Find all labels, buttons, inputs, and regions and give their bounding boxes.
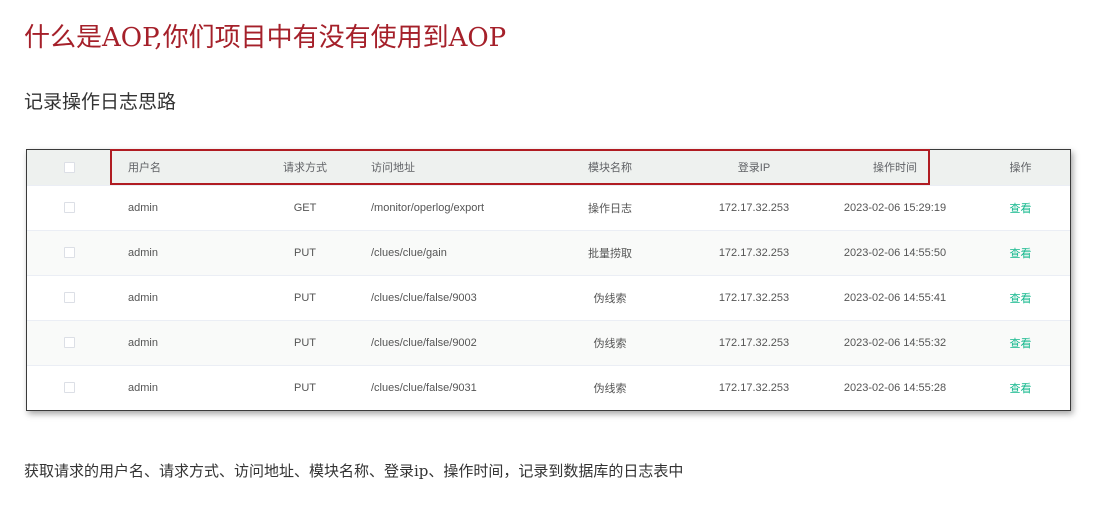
cell-time: 2023-02-06 15:29:19 — [843, 201, 947, 214]
column-header-method: 请求方式 — [283, 162, 327, 175]
row-checkbox[interactable] — [63, 292, 75, 304]
cell-action: 查看 — [971, 185, 1070, 230]
row-checkbox[interactable] — [63, 202, 75, 214]
cell-action: 查看 — [971, 365, 1070, 410]
table-row: admin PUT /clues/clue/gain 批量捞取 172.17.3… — [27, 230, 1070, 275]
cell-username: admin — [128, 336, 158, 349]
table-row: admin PUT /clues/clue/false/9002 伪线索 172… — [27, 320, 1070, 365]
cell-method: PUT — [294, 381, 316, 394]
cell-url: /clues/clue/gain — [371, 246, 447, 259]
table-row: admin PUT /clues/clue/false/9031 伪线索 172… — [27, 365, 1070, 410]
caption-text: 获取请求的用户名、请求方式、访问地址、模块名称、登录ip、操作时间，记录到数据库… — [24, 462, 684, 480]
column-header-url: 访问地址 — [371, 162, 415, 175]
page-title: 什么是AOP,你们项目中有没有使用到AOP — [24, 23, 507, 53]
cell-username: admin — [128, 291, 158, 304]
column-header-time: 操作时间 — [873, 162, 917, 175]
cell-method: PUT — [294, 336, 316, 349]
operation-log-table-frame: 用户名 请求方式 访问地址 模块名称 登录IP 操作时间 操作 admin GE… — [26, 149, 1071, 411]
cell-url: /clues/clue/false/9003 — [371, 291, 477, 304]
table-header-row: 用户名 请求方式 访问地址 模块名称 登录IP 操作时间 操作 — [27, 150, 1070, 185]
view-link[interactable]: 查看 — [1010, 338, 1032, 350]
view-link[interactable]: 查看 — [1010, 248, 1032, 260]
cell-time: 2023-02-06 14:55:32 — [843, 336, 947, 349]
cell-method: GET — [293, 201, 317, 214]
cell-ip: 172.17.32.253 — [718, 381, 790, 394]
row-checkbox[interactable] — [63, 382, 75, 394]
cell-module: 操作日志 — [588, 202, 632, 215]
row-select-cell[interactable] — [27, 365, 111, 410]
operation-log-table: 用户名 请求方式 访问地址 模块名称 登录IP 操作时间 操作 admin GE… — [27, 150, 1070, 410]
row-select-cell[interactable] — [27, 185, 111, 230]
view-link[interactable]: 查看 — [1010, 293, 1032, 305]
cell-ip: 172.17.32.253 — [718, 336, 790, 349]
table-row: admin PUT /clues/clue/false/9003 伪线索 172… — [27, 275, 1070, 320]
cell-module: 伪线索 — [593, 382, 627, 395]
row-checkbox[interactable] — [63, 247, 75, 259]
cell-url: /clues/clue/false/9031 — [371, 381, 477, 394]
cell-module: 批量捞取 — [588, 247, 632, 260]
cell-time: 2023-02-06 14:55:28 — [843, 381, 947, 394]
row-select-cell[interactable] — [27, 320, 111, 365]
table-row: admin GET /monitor/operlog/export 操作日志 1… — [27, 185, 1070, 230]
cell-action: 查看 — [971, 320, 1070, 365]
view-link[interactable]: 查看 — [1010, 383, 1032, 395]
cell-action: 查看 — [971, 275, 1070, 320]
select-all-checkbox[interactable] — [63, 161, 75, 173]
cell-ip: 172.17.32.253 — [718, 291, 790, 304]
cell-action: 查看 — [971, 230, 1070, 275]
column-header-action: 操作 — [1009, 162, 1032, 175]
column-header-ip: 登录IP — [737, 162, 771, 175]
cell-ip: 172.17.32.253 — [718, 246, 790, 259]
cell-module: 伪线索 — [593, 337, 627, 350]
cell-ip: 172.17.32.253 — [718, 201, 790, 214]
row-select-cell[interactable] — [27, 230, 111, 275]
cell-module: 伪线索 — [593, 292, 627, 305]
cell-method: PUT — [294, 246, 316, 259]
select-all-cell[interactable] — [27, 150, 111, 185]
column-header-module: 模块名称 — [588, 162, 632, 175]
row-checkbox[interactable] — [63, 337, 75, 349]
cell-time: 2023-02-06 14:55:50 — [843, 246, 947, 259]
row-select-cell[interactable] — [27, 275, 111, 320]
cell-url: /clues/clue/false/9002 — [371, 336, 477, 349]
section-heading: 记录操作日志思路 — [24, 91, 177, 113]
view-link[interactable]: 查看 — [1010, 203, 1032, 215]
cell-time: 2023-02-06 14:55:41 — [843, 291, 947, 304]
column-header-username: 用户名 — [128, 162, 161, 175]
cell-method: PUT — [294, 291, 316, 304]
cell-username: admin — [128, 201, 158, 214]
cell-username: admin — [128, 381, 158, 394]
cell-url: /monitor/operlog/export — [371, 201, 485, 214]
cell-username: admin — [128, 246, 158, 259]
